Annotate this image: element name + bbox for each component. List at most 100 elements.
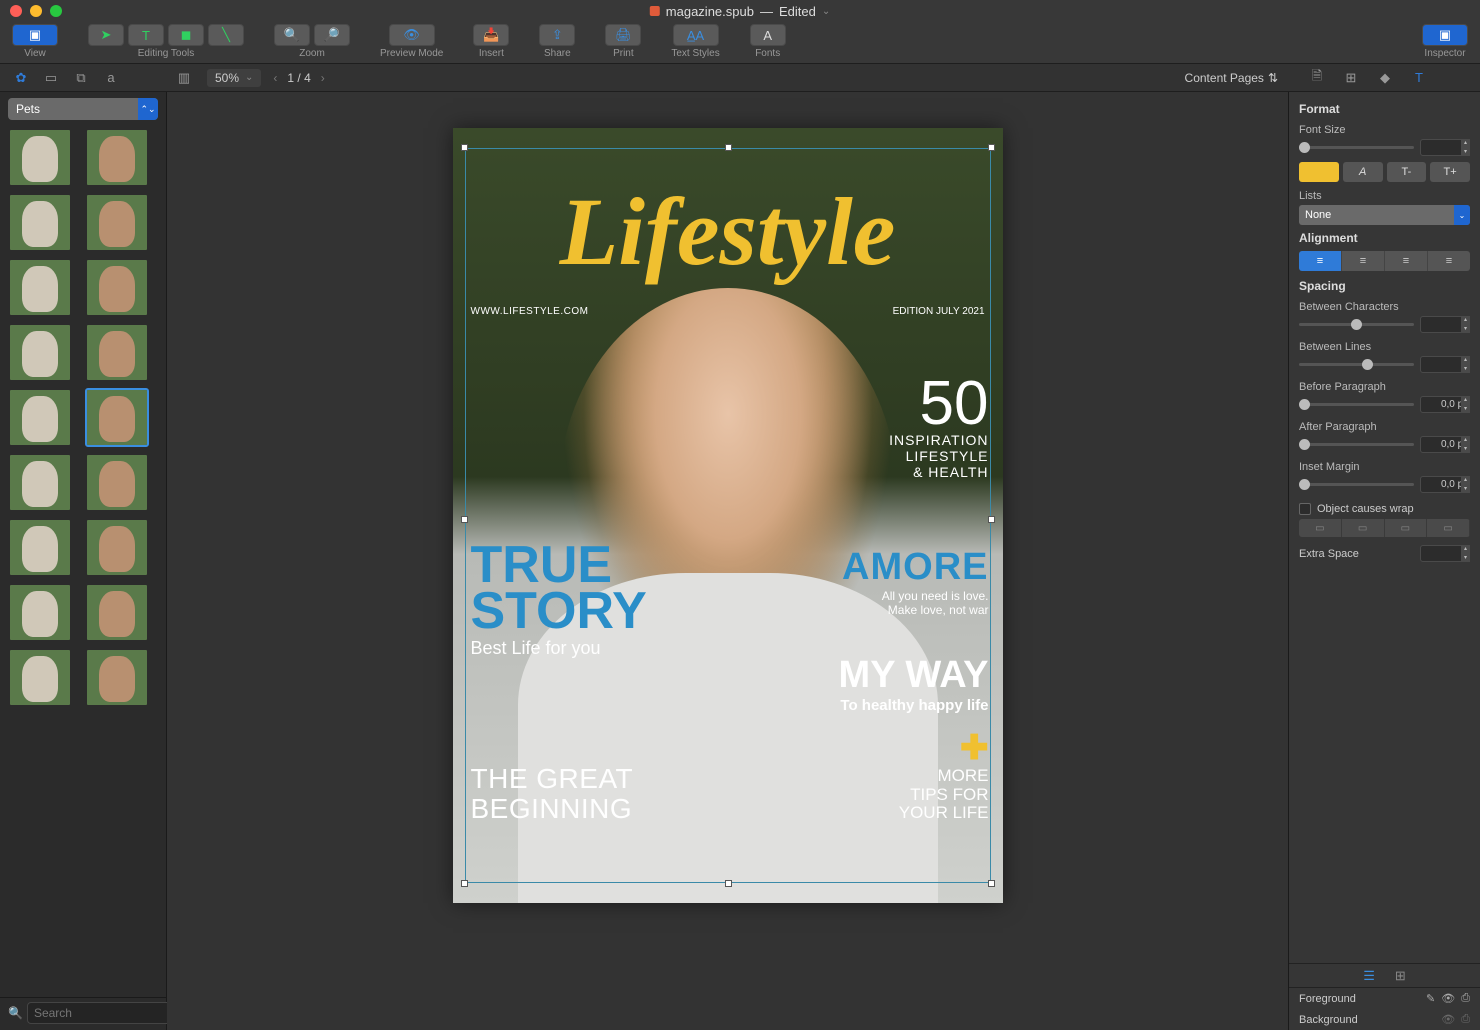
inspector-button[interactable]: ▣ xyxy=(1422,24,1468,46)
content-pages-button[interactable]: Content Pages⇅ xyxy=(1185,71,1278,85)
insert-button[interactable]: 📥 xyxy=(473,24,509,46)
print-layer-icon[interactable]: ⎙ xyxy=(1461,992,1470,1005)
asset-thumb[interactable] xyxy=(10,520,70,575)
wrap-none-button[interactable]: ▭ xyxy=(1427,519,1470,537)
after-para-slider[interactable] xyxy=(1299,443,1414,446)
share-label: Share xyxy=(544,48,571,59)
asset-thumb[interactable] xyxy=(10,455,70,510)
library-tab-icon[interactable]: ✿ xyxy=(10,68,32,88)
file-inspector-tab-icon[interactable]: 🗎 xyxy=(1306,68,1328,88)
asset-thumb[interactable] xyxy=(10,195,70,250)
canvas[interactable]: Lifestyle WWW.LIFESTYLE.COM EDITION JULY… xyxy=(167,92,1288,1030)
print-layer-icon[interactable]: ⎙ xyxy=(1461,1013,1470,1026)
resize-handle[interactable] xyxy=(988,516,995,523)
asset-thumb[interactable] xyxy=(87,390,147,445)
media-tab-icon[interactable]: ▭ xyxy=(40,68,62,88)
font-size-field[interactable]: ▴▾ xyxy=(1420,139,1470,156)
document-title[interactable]: magazine.spub — Edited ⌄ xyxy=(650,4,830,19)
line-spacing-slider[interactable] xyxy=(1299,363,1414,366)
asset-thumb[interactable] xyxy=(10,650,70,705)
maximize-icon[interactable] xyxy=(50,5,62,17)
char-spacing-field[interactable]: ▴▾ xyxy=(1420,316,1470,333)
align-right-button[interactable]: ≡ xyxy=(1385,251,1428,271)
prev-page-button[interactable]: ‹ xyxy=(273,71,277,85)
before-para-field[interactable]: 0,0 pt▴▾ xyxy=(1420,396,1470,413)
resize-handle[interactable] xyxy=(461,144,468,151)
typography-tab-icon[interactable]: a xyxy=(100,68,122,88)
asset-thumb[interactable] xyxy=(87,455,147,510)
font-larger-button[interactable]: T+ xyxy=(1430,162,1470,182)
close-icon[interactable] xyxy=(10,5,22,17)
line-tool-button[interactable]: ╲ xyxy=(208,24,244,46)
layers-tab-icon[interactable]: ☰ xyxy=(1363,968,1375,984)
align-justify-button[interactable]: ≡ xyxy=(1428,251,1470,271)
background-layer-row[interactable]: Background 👁⎙ xyxy=(1289,1009,1480,1030)
text-color-button[interactable] xyxy=(1299,162,1339,182)
asset-thumb[interactable] xyxy=(87,195,147,250)
grid-tab-icon[interactable]: ⊞ xyxy=(1395,968,1406,984)
pages-tab-icon[interactable]: ⧉ xyxy=(70,68,92,88)
eye-icon[interactable]: 👁 xyxy=(1441,992,1455,1005)
view-button[interactable]: ▣ xyxy=(12,24,58,46)
geometry-inspector-tab-icon[interactable]: ⊞ xyxy=(1340,68,1362,88)
appearance-inspector-tab-icon[interactable]: ◆ xyxy=(1374,68,1396,88)
zoom-in-button[interactable]: 🔍 xyxy=(274,24,310,46)
wrap-around-button[interactable]: ▭ xyxy=(1342,519,1385,537)
magazine-page[interactable]: Lifestyle WWW.LIFESTYLE.COM EDITION JULY… xyxy=(453,128,1003,903)
resize-handle[interactable] xyxy=(461,516,468,523)
inset-margin-field[interactable]: 0,0 pt▴▾ xyxy=(1420,476,1470,493)
fonts-button[interactable]: A xyxy=(750,24,786,46)
asset-thumb[interactable] xyxy=(10,325,70,380)
lists-label: Lists xyxy=(1299,190,1470,202)
text-inspector-tab-icon[interactable]: T xyxy=(1408,68,1430,88)
next-page-button[interactable]: › xyxy=(321,71,325,85)
zoom-select[interactable]: 50%⌄ xyxy=(207,69,261,87)
char-spacing-slider[interactable] xyxy=(1299,323,1414,326)
minimize-icon[interactable] xyxy=(30,5,42,17)
resize-handle[interactable] xyxy=(725,880,732,887)
asset-thumb[interactable] xyxy=(87,585,147,640)
resize-handle[interactable] xyxy=(725,144,732,151)
text-styles-group: A̲A Text Styles xyxy=(671,24,719,59)
category-select[interactable]: Pets ⌃⌄ xyxy=(8,98,158,120)
asset-thumb[interactable] xyxy=(10,130,70,185)
asset-thumb[interactable] xyxy=(87,325,147,380)
after-para-field[interactable]: 0,0 pt▴▾ xyxy=(1420,436,1470,453)
wrap-checkbox[interactable] xyxy=(1299,503,1311,515)
lists-select[interactable]: None⌄ xyxy=(1299,205,1470,225)
shape-tool-button[interactable]: ◼ xyxy=(168,24,204,46)
asset-thumb[interactable] xyxy=(10,390,70,445)
italic-button[interactable]: A xyxy=(1343,162,1383,182)
spread-view-icon[interactable]: ▥ xyxy=(173,68,195,88)
foreground-layer-row[interactable]: Foreground ✎👁⎙ xyxy=(1289,988,1480,1009)
wrap-left-button[interactable]: ▭ xyxy=(1299,519,1342,537)
text-styles-button[interactable]: A̲A xyxy=(673,24,719,46)
asset-thumb[interactable] xyxy=(87,520,147,575)
text-tool-button[interactable]: T xyxy=(128,24,164,46)
inset-margin-slider[interactable] xyxy=(1299,483,1414,486)
share-button[interactable]: ⇪ xyxy=(539,24,575,46)
asset-thumb[interactable] xyxy=(10,260,70,315)
preview-button[interactable]: 👁 xyxy=(389,24,435,46)
asset-thumb[interactable] xyxy=(87,130,147,185)
wrap-right-button[interactable]: ▭ xyxy=(1385,519,1428,537)
align-left-button[interactable]: ≡ xyxy=(1299,251,1342,271)
select-tool-button[interactable]: ➤ xyxy=(88,24,124,46)
fonts-group: A Fonts xyxy=(750,24,786,59)
font-smaller-button[interactable]: T- xyxy=(1387,162,1427,182)
print-button[interactable]: 🖨 xyxy=(605,24,641,46)
align-center-button[interactable]: ≡ xyxy=(1342,251,1385,271)
font-size-slider[interactable] xyxy=(1299,146,1414,149)
asset-thumb[interactable] xyxy=(87,260,147,315)
extra-space-field[interactable]: ▴▾ xyxy=(1420,545,1470,562)
asset-thumb[interactable] xyxy=(10,585,70,640)
pencil-icon[interactable]: ✎ xyxy=(1426,992,1435,1005)
asset-thumb[interactable] xyxy=(87,650,147,705)
line-spacing-field[interactable]: ▴▾ xyxy=(1420,356,1470,373)
resize-handle[interactable] xyxy=(988,144,995,151)
resize-handle[interactable] xyxy=(988,880,995,887)
resize-handle[interactable] xyxy=(461,880,468,887)
before-para-slider[interactable] xyxy=(1299,403,1414,406)
eye-icon[interactable]: 👁 xyxy=(1441,1013,1455,1026)
zoom-out-button[interactable]: 🔎 xyxy=(314,24,350,46)
